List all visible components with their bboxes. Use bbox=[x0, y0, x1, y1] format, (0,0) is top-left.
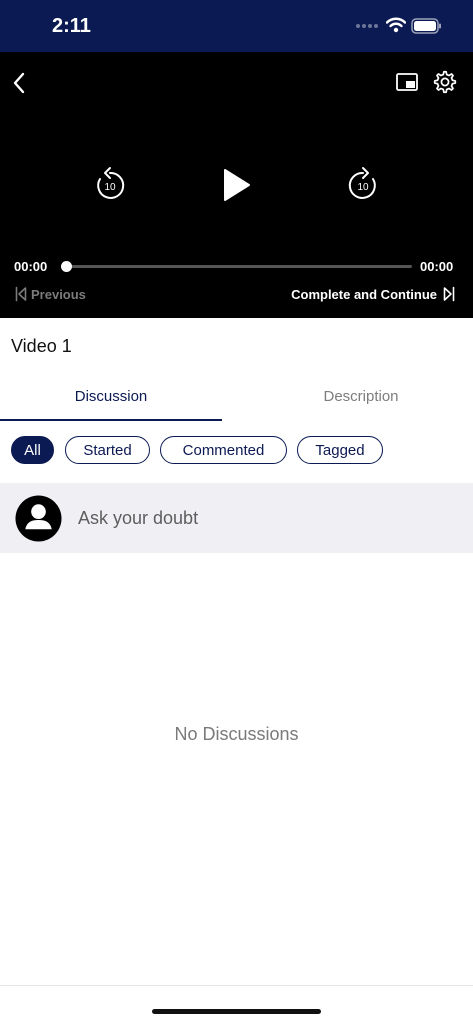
seek-bar[interactable] bbox=[66, 265, 412, 268]
video-title: Video 1 bbox=[11, 336, 72, 356]
active-tab-indicator bbox=[0, 419, 222, 421]
status-time: 2:11 bbox=[52, 15, 91, 37]
rewind-10-icon: 10 bbox=[97, 167, 125, 199]
battery-icon bbox=[411, 18, 442, 34]
skip-previous-icon bbox=[15, 286, 27, 302]
user-avatar-icon bbox=[15, 495, 62, 542]
status-bar: 2:11 bbox=[0, 0, 473, 52]
picture-in-picture-button[interactable] bbox=[394, 69, 420, 95]
play-icon bbox=[224, 169, 250, 201]
empty-state-message: No Discussions bbox=[174, 724, 299, 744]
seek-handle[interactable] bbox=[61, 261, 72, 272]
ask-doubt-placeholder: Ask your doubt bbox=[78, 508, 199, 528]
pip-icon bbox=[396, 73, 418, 91]
tab-discussion[interactable]: Discussion bbox=[0, 388, 222, 405]
ask-doubt-input[interactable]: Ask your doubt bbox=[0, 483, 473, 553]
skip-next-icon bbox=[443, 286, 455, 302]
settings-button[interactable] bbox=[432, 69, 458, 95]
filter-chip-started[interactable]: Started bbox=[65, 436, 150, 464]
total-time: 00:00 bbox=[420, 259, 454, 274]
filter-chip-all[interactable]: All bbox=[11, 436, 54, 464]
previous-label: Previous bbox=[31, 286, 86, 302]
video-player[interactable]: 10 10 00:00 00:00 Previous Complete and … bbox=[0, 52, 473, 318]
play-button[interactable] bbox=[218, 166, 254, 204]
cellular-signal-icon bbox=[356, 24, 382, 32]
forward-seconds-label: 10 bbox=[357, 182, 369, 193]
previous-button[interactable]: Previous bbox=[15, 285, 86, 303]
rewind-10-button[interactable]: 10 bbox=[92, 166, 128, 202]
back-icon bbox=[13, 72, 25, 94]
wifi-icon bbox=[385, 17, 407, 38]
home-indicator[interactable] bbox=[152, 1009, 321, 1014]
forward-10-button[interactable]: 10 bbox=[345, 166, 381, 202]
back-button[interactable] bbox=[8, 68, 30, 98]
rewind-seconds-label: 10 bbox=[104, 182, 116, 193]
complete-and-continue-label: Complete and Continue bbox=[291, 286, 437, 302]
filter-chip-tagged[interactable]: Tagged bbox=[297, 436, 383, 464]
forward-10-icon: 10 bbox=[348, 167, 376, 199]
filter-chip-commented[interactable]: Commented bbox=[160, 436, 287, 464]
gear-icon bbox=[433, 70, 457, 94]
current-time: 00:00 bbox=[14, 259, 48, 274]
tab-description[interactable]: Description bbox=[250, 388, 472, 405]
complete-and-continue-button[interactable]: Complete and Continue bbox=[291, 285, 455, 303]
bottom-divider bbox=[0, 985, 473, 986]
